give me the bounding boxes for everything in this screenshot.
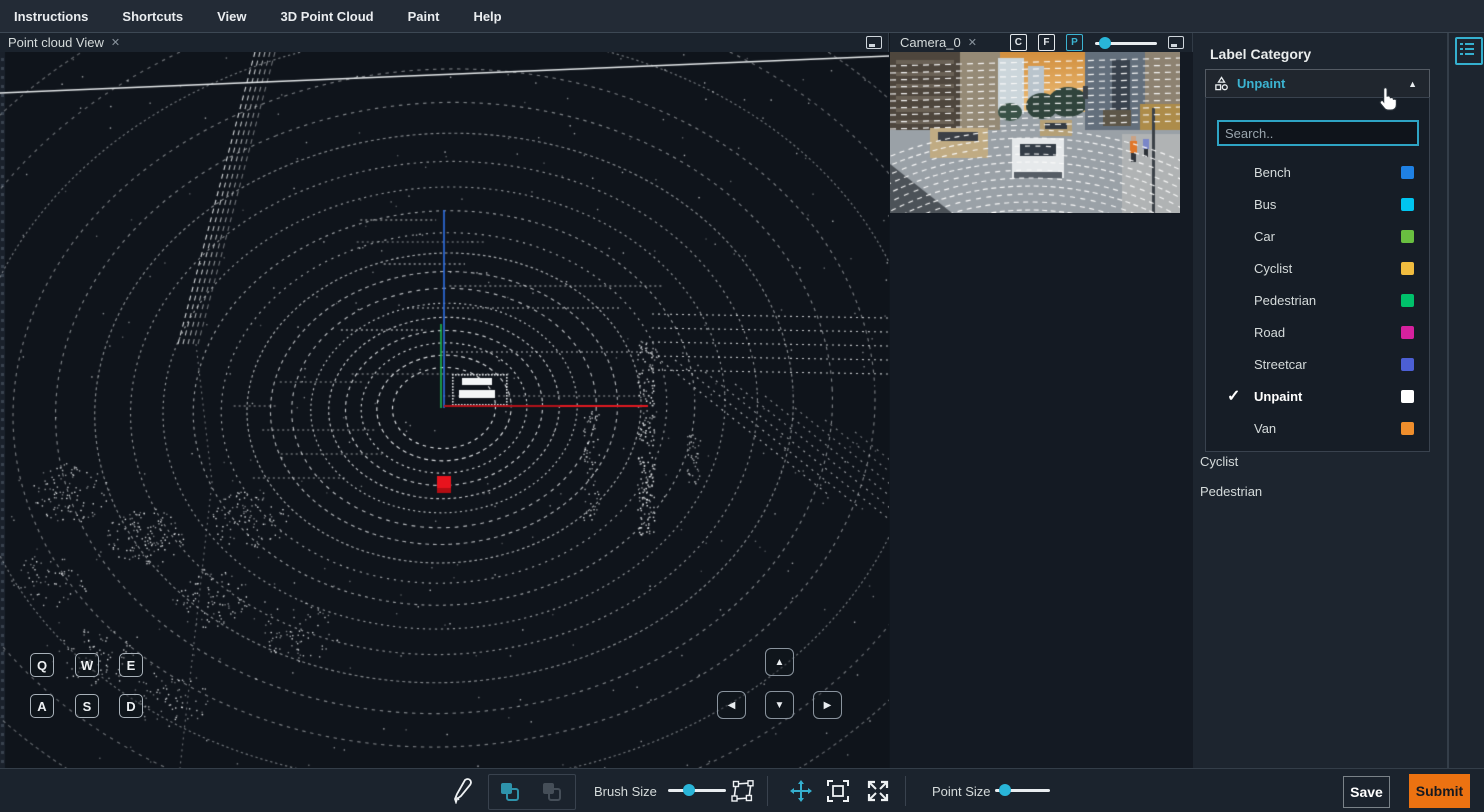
category-name: Pedestrian xyxy=(1254,293,1316,308)
category-option-bus[interactable]: Bus xyxy=(1206,188,1429,220)
menu-item-view[interactable]: View xyxy=(217,9,246,24)
camera-toggle-c[interactable]: C xyxy=(1010,34,1027,51)
key-hint-w[interactable]: W xyxy=(75,653,99,677)
fit-screen-icon[interactable] xyxy=(826,779,850,803)
menu-item-instructions[interactable]: Instructions xyxy=(14,9,88,24)
menubar: Instructions Shortcuts View 3D Point Cloud P… xyxy=(0,0,1484,33)
category-color-swatch xyxy=(1401,166,1414,179)
bottom-toolbar: Brush Size Point Size Sa xyxy=(0,768,1484,812)
category-list: Bench Bus Car Cyclist Pedestrian Road Streetca… xyxy=(1206,156,1429,444)
brush-size-track xyxy=(668,789,726,792)
category-color-swatch xyxy=(1401,198,1414,211)
category-name: Bench xyxy=(1254,165,1291,180)
pointcloud-tab-label[interactable]: Point cloud View xyxy=(8,35,104,50)
category-option-pedestrian[interactable]: Pedestrian xyxy=(1206,284,1429,316)
key-hint-d[interactable]: D xyxy=(119,694,143,718)
category-name: Van xyxy=(1254,421,1276,436)
chevron-up-icon[interactable]: ▲ xyxy=(1408,79,1417,89)
menu-item-help[interactable]: Help xyxy=(473,9,501,24)
category-name: Car xyxy=(1254,229,1275,244)
paint-copy-disabled-icon[interactable] xyxy=(540,780,564,804)
key-hint-a[interactable]: A xyxy=(30,694,54,718)
category-option-cyclist[interactable]: Cyclist xyxy=(1206,252,1429,284)
menu-item-3d-point-cloud[interactable]: 3D Point Cloud xyxy=(280,9,373,24)
paint-copy-icon[interactable] xyxy=(498,780,522,804)
camera-maximize-icon[interactable] xyxy=(1168,36,1184,49)
category-option-car[interactable]: Car xyxy=(1206,220,1429,252)
fullscreen-icon[interactable] xyxy=(866,779,890,803)
submit-button[interactable]: Submit xyxy=(1409,774,1470,808)
check-icon: ✓ xyxy=(1227,386,1247,406)
camera-toggle-p[interactable]: P xyxy=(1066,34,1083,51)
right-tool-strip xyxy=(1448,33,1484,768)
camera-toggle-buttons: CFP xyxy=(999,34,1083,51)
nav-arrow-up[interactable]: ▲ xyxy=(765,648,794,676)
camera-pane-empty-area xyxy=(890,213,1194,768)
category-name: Bus xyxy=(1254,197,1276,212)
save-button[interactable]: Save xyxy=(1343,776,1390,808)
pointcloud-maximize-icon[interactable] xyxy=(866,36,882,49)
key-hint-s[interactable]: S xyxy=(75,694,99,718)
category-search-input[interactable] xyxy=(1217,120,1419,146)
category-color-swatch xyxy=(1401,230,1414,243)
camera-zoom-slider[interactable] xyxy=(1095,37,1157,49)
menu-item-paint[interactable]: Paint xyxy=(408,9,440,24)
camera-image-gutter xyxy=(1180,52,1194,213)
move-icon[interactable] xyxy=(789,779,813,803)
camera-tab-close-icon[interactable]: ✕ xyxy=(968,36,977,49)
category-option-bench[interactable]: Bench xyxy=(1206,156,1429,188)
category-name: Road xyxy=(1254,325,1285,340)
key-hint-e[interactable]: E xyxy=(119,653,143,677)
camera-image[interactable] xyxy=(890,52,1180,213)
point-size-label: Point Size xyxy=(932,784,991,799)
category-color-swatch xyxy=(1401,294,1414,307)
sidebar-title: Label Category xyxy=(1210,46,1311,62)
key-hint-q[interactable]: Q xyxy=(30,653,54,677)
pointcloud-tab-close-icon[interactable]: ✕ xyxy=(111,36,120,49)
category-option-unpaint[interactable]: ✓ Unpaint xyxy=(1206,380,1429,412)
annotation-item-pedestrian[interactable]: Pedestrian xyxy=(1200,484,1262,499)
camera-pane-titlebar: Camera_0 ✕ CFP xyxy=(890,33,1193,52)
label-category-sidebar: Label Category Unpaint ▲ Cyclist Pedestr… xyxy=(1193,33,1448,768)
label-list-panel-icon[interactable] xyxy=(1455,37,1483,65)
brush-size-label: Brush Size xyxy=(594,784,657,799)
nav-arrow-down[interactable]: ▼ xyxy=(765,691,794,719)
category-color-swatch xyxy=(1401,358,1414,371)
category-option-streetcar[interactable]: Streetcar xyxy=(1206,348,1429,380)
brush-size-slider[interactable] xyxy=(668,784,726,796)
category-option-van[interactable]: Van xyxy=(1206,412,1429,444)
point-size-slider[interactable] xyxy=(995,784,1050,796)
nav-arrow-left[interactable]: ◀ xyxy=(717,691,746,719)
label-shapes-icon xyxy=(1214,76,1229,91)
category-color-swatch xyxy=(1401,262,1414,275)
menu-item-shortcuts[interactable]: Shortcuts xyxy=(122,9,183,24)
app-window: Instructions Shortcuts View 3D Point Cloud P… xyxy=(0,0,1484,812)
category-name: Streetcar xyxy=(1254,357,1307,372)
annotation-item-cyclist[interactable]: Cyclist xyxy=(1200,454,1238,469)
brush-icon[interactable] xyxy=(452,778,474,804)
category-name: Cyclist xyxy=(1254,261,1292,276)
pointcloud-pane-titlebar: Point cloud View ✕ xyxy=(0,33,889,52)
camera-toggle-f[interactable]: F xyxy=(1038,34,1055,51)
category-option-road[interactable]: Road xyxy=(1206,316,1429,348)
camera-tab-label[interactable]: Camera_0 xyxy=(900,35,961,50)
label-category-dropdown[interactable]: Unpaint ▲ xyxy=(1205,69,1430,98)
category-color-swatch xyxy=(1401,326,1414,339)
brush-size-knob[interactable] xyxy=(683,784,695,796)
category-name: Unpaint xyxy=(1254,389,1302,404)
category-color-swatch xyxy=(1401,422,1414,435)
polygon-icon[interactable] xyxy=(731,779,755,803)
camera-zoom-knob[interactable] xyxy=(1099,37,1111,49)
nav-arrow-right[interactable]: ▶ xyxy=(813,691,842,719)
category-color-swatch xyxy=(1401,390,1414,403)
label-category-dropdown-panel: Bench Bus Car Cyclist Pedestrian Road Streetca… xyxy=(1205,97,1430,452)
dropdown-selected-label: Unpaint xyxy=(1237,76,1285,91)
point-size-knob[interactable] xyxy=(999,784,1011,796)
